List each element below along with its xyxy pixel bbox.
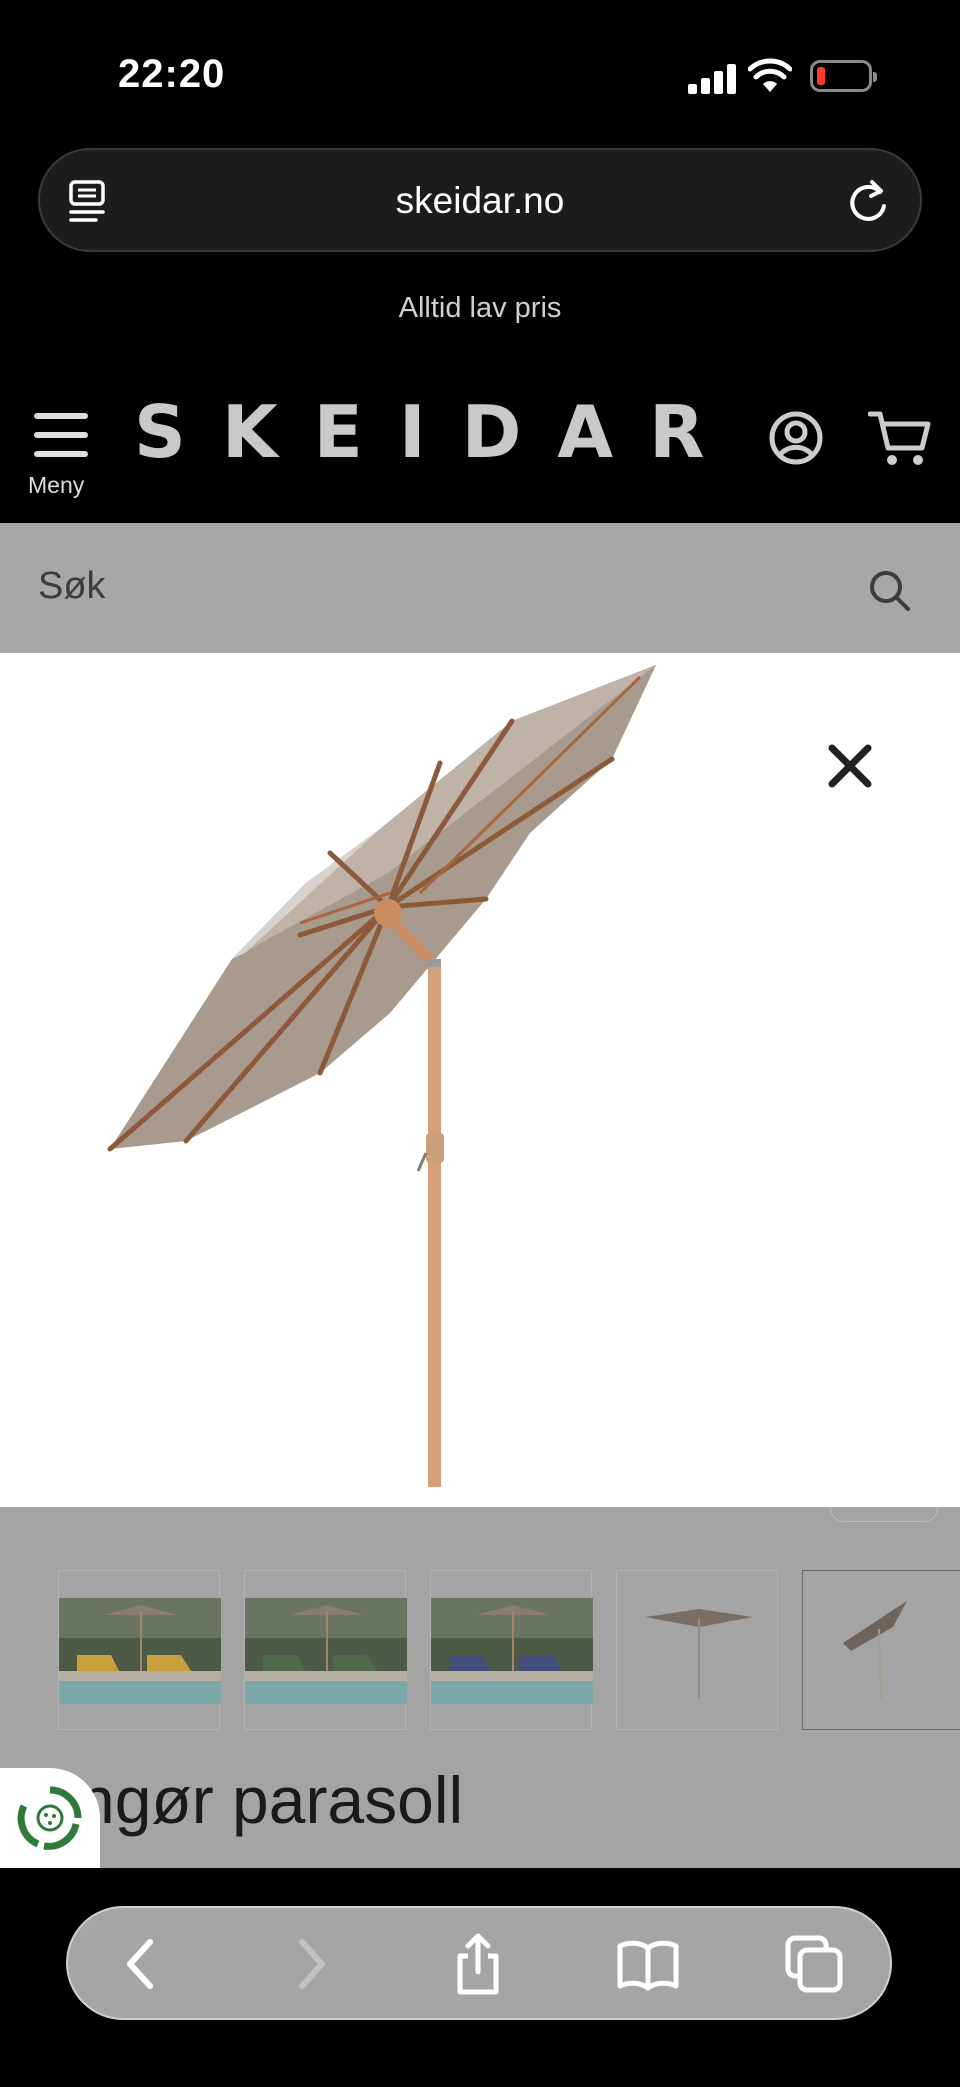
image-lightbox	[0, 653, 960, 1507]
share-icon[interactable]	[446, 1932, 510, 1996]
signal-icon	[688, 62, 736, 94]
search-input[interactable]: Søk	[38, 565, 106, 608]
wifi-icon	[748, 58, 792, 92]
reload-icon[interactable]	[846, 178, 890, 224]
thumbnail-yellow-loungers[interactable]	[58, 1570, 221, 1730]
battery-icon	[810, 60, 877, 92]
back-icon[interactable]	[110, 1932, 174, 1996]
promo-banner: Alltid lav pris	[398, 292, 562, 324]
thumbnail-parasol-open[interactable]	[616, 1570, 778, 1730]
close-icon[interactable]	[820, 736, 880, 796]
url-text[interactable]: skeidar.no	[40, 180, 920, 222]
site-logo[interactable]: SKEIDAR	[134, 390, 741, 474]
address-bar[interactable]: skeidar.no	[38, 148, 922, 252]
thumbnail-strip[interactable]	[58, 1570, 960, 1730]
forward-icon[interactable]	[278, 1932, 342, 1996]
tabs-icon[interactable]	[782, 1932, 846, 1996]
browser-toolbar	[66, 1906, 892, 2020]
status-time: 22:20	[118, 52, 226, 96]
hamburger-menu-icon[interactable]	[34, 410, 88, 460]
bookmarks-icon[interactable]	[616, 1932, 680, 1996]
menu-label[interactable]: Meny	[28, 472, 84, 499]
cart-icon[interactable]	[868, 408, 932, 468]
account-icon[interactable]	[768, 410, 824, 466]
thumbnail-blue-loungers[interactable]	[430, 1570, 593, 1730]
product-title: ngør parasoll	[78, 1763, 464, 1837]
eco-badge[interactable]	[0, 1768, 100, 1868]
parasol-image	[107, 665, 656, 1487]
search-icon[interactable]	[868, 569, 912, 613]
search-bar[interactable]: Søk	[0, 523, 960, 653]
thumbnail-green-loungers[interactable]	[244, 1570, 407, 1730]
recycle-icon	[17, 1786, 82, 1850]
thumbnail-parasol-tilted[interactable]	[802, 1570, 960, 1730]
